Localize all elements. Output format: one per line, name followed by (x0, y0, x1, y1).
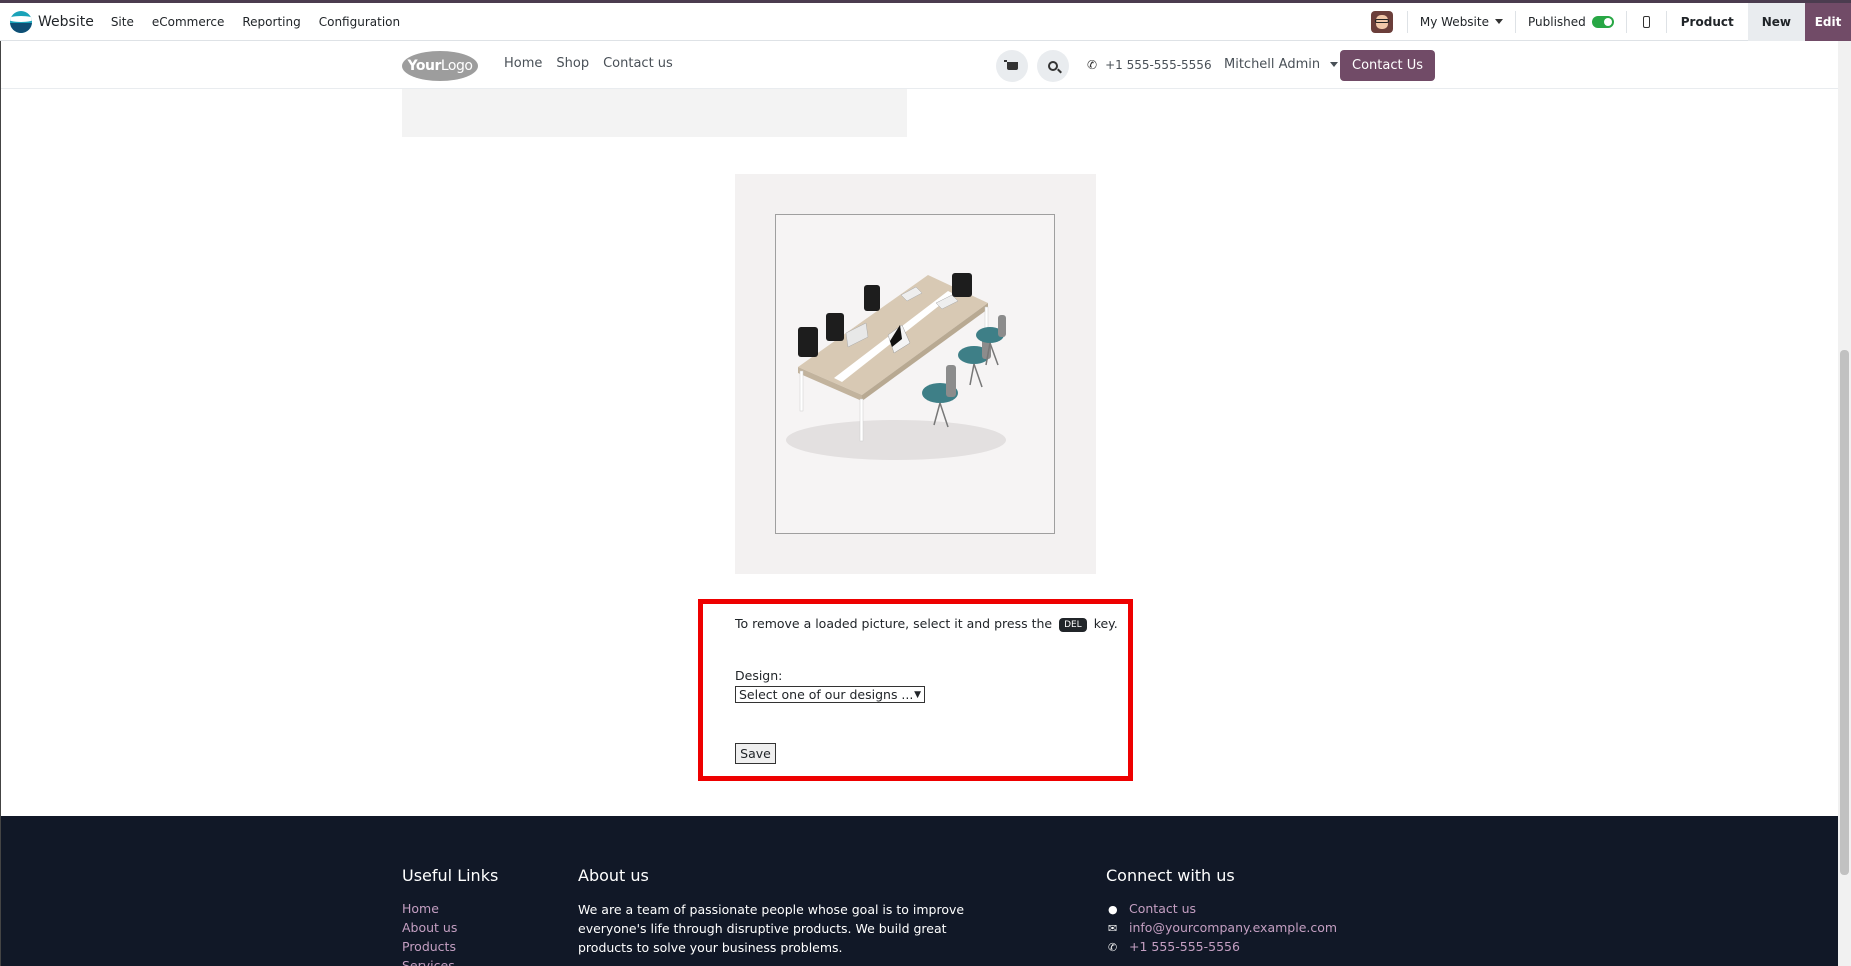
footer-link-about-us[interactable]: About us (402, 920, 457, 935)
site-nav: Home Shop Contact us (504, 56, 687, 71)
window-edge (0, 41, 1, 966)
cart-button[interactable] (996, 50, 1028, 82)
envelope-icon: ✉ (1108, 922, 1118, 935)
footer-email[interactable]: info@yourcompany.example.com (1129, 920, 1337, 935)
comment-icon: ● (1108, 903, 1118, 916)
user-name: Mitchell Admin (1224, 57, 1321, 72)
useful-links-title: Useful Links (402, 866, 499, 885)
new-button[interactable]: New (1747, 2, 1805, 41)
phone-icon: ✆ (1087, 58, 1098, 72)
connect-title: Connect with us (1106, 866, 1235, 885)
menu-ecommerce[interactable]: eCommerce (143, 15, 234, 29)
design-label: Design: (735, 668, 783, 683)
user-menu[interactable]: Mitchell Admin (1224, 57, 1339, 72)
del-key-badge: DEL (1059, 617, 1087, 632)
site-logo[interactable]: Your Logo (402, 51, 478, 81)
chevron-down-icon: ▼ (914, 689, 921, 700)
product-image[interactable] (775, 214, 1055, 534)
website-selector[interactable]: My Website (1408, 3, 1515, 41)
search-button[interactable] (1037, 50, 1069, 82)
published-toggle[interactable]: Published (1516, 3, 1626, 41)
mobile-preview-button[interactable] (1627, 3, 1666, 41)
topbar-right: My Website Published Product New Edit (1370, 2, 1851, 41)
footer-link-services[interactable]: Services (402, 958, 455, 966)
search-icon (1048, 61, 1058, 71)
nav-contact-us[interactable]: Contact us (603, 56, 673, 71)
toggle-switch[interactable] (1591, 15, 1614, 28)
remove-note-suffix: key. (1093, 616, 1118, 631)
published-label: Published (1527, 14, 1586, 29)
about-us-title: About us (578, 866, 649, 885)
user-avatar-wrap[interactable] (1370, 3, 1407, 41)
top-menu: Site eCommerce Reporting Configuration (102, 15, 409, 29)
website-app-icon (10, 10, 32, 33)
app-brand[interactable]: Website (10, 10, 94, 33)
footer-link-products[interactable]: Products (402, 939, 456, 954)
design-select[interactable]: Select one of our designs ... ▼ (735, 686, 925, 703)
cart-icon (1003, 60, 1018, 70)
scrollbar-thumb[interactable] (1840, 350, 1849, 875)
content-block (402, 89, 907, 137)
app-name: Website (38, 13, 94, 30)
footer-contact-us[interactable]: Contact us (1129, 901, 1196, 916)
remove-picture-note: To remove a loaded picture, select it an… (735, 616, 1118, 632)
menu-reporting[interactable]: Reporting (233, 15, 309, 29)
logo-text-bold: Your (407, 58, 442, 74)
website-selector-label: My Website (1419, 14, 1489, 29)
site-footer: Useful Links Home About us Products Serv… (0, 816, 1838, 966)
conference-table-image (786, 273, 1006, 460)
footer-phone[interactable]: +1 555-555-5556 (1129, 939, 1240, 954)
phone-link[interactable]: ✆ +1 555-555-5556 (1087, 58, 1212, 72)
mobile-icon (1642, 15, 1650, 28)
design-select-value: Select one of our designs ... (739, 687, 914, 702)
remove-note-text: To remove a loaded picture, select it an… (735, 616, 1053, 631)
menu-configuration[interactable]: Configuration (310, 15, 409, 29)
save-button[interactable]: Save (735, 743, 776, 764)
logo-text-light: Logo (440, 58, 473, 74)
menu-site[interactable]: Site (102, 15, 143, 29)
caret-down-icon (1330, 62, 1339, 67)
caret-down-icon (1494, 19, 1503, 24)
footer-link-home[interactable]: Home (402, 901, 439, 916)
contact-us-button[interactable]: Contact Us (1340, 50, 1435, 81)
product-button[interactable]: Product (1667, 3, 1748, 41)
nav-shop[interactable]: Shop (556, 56, 589, 71)
about-us-text: We are a team of passionate people whose… (578, 902, 965, 955)
avatar[interactable] (1370, 10, 1393, 33)
phone-number: +1 555-555-5556 (1105, 58, 1212, 72)
site-header: Your Logo Home Shop Contact us ✆ +1 555-5… (0, 41, 1838, 89)
edit-button[interactable]: Edit (1805, 2, 1851, 41)
backend-navbar: Website Site eCommerce Reporting Configu… (0, 0, 1851, 41)
phone-icon: ✆ (1108, 941, 1118, 954)
nav-home[interactable]: Home (504, 56, 542, 71)
